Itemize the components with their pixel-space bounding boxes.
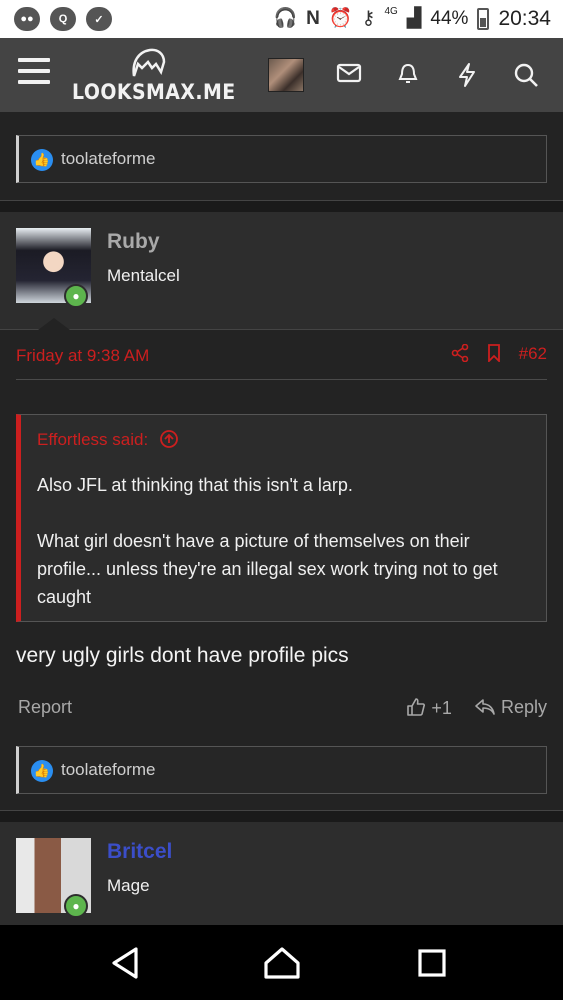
reaction-user[interactable]: toolateforme — [61, 760, 156, 780]
alarm-icon: ⏰ — [328, 8, 353, 29]
report-link[interactable]: Report — [18, 697, 72, 718]
battery-percent: 44% — [430, 8, 469, 29]
menu-icon[interactable] — [18, 58, 50, 88]
search-icon[interactable] — [511, 62, 541, 90]
thumbs-up-icon — [407, 698, 426, 716]
quote-body: Also JFL at thinking that this isn't a l… — [37, 471, 537, 639]
post-footer: Report +1 Reply — [16, 697, 547, 727]
key-icon: ⚷ — [361, 8, 376, 29]
user-title: Mentalcel — [107, 266, 180, 285]
username[interactable]: Britcel — [107, 840, 172, 864]
back-icon[interactable] — [106, 945, 146, 981]
site-logo[interactable]: LOOKSMAX.ME — [72, 46, 235, 104]
user-pointer — [38, 318, 70, 330]
messenger-icon: ✓ — [86, 7, 112, 31]
post-number[interactable]: #62 — [519, 344, 547, 367]
reply-icon — [475, 699, 495, 715]
qq-icon: Q — [50, 7, 76, 31]
user-avatar[interactable] — [268, 58, 304, 92]
wechat-icon: ●● — [14, 7, 40, 31]
mail-icon[interactable] — [334, 62, 364, 90]
quote-block: Effortless said: Also JFL at thinking th… — [16, 414, 547, 622]
post-user-block: ● Ruby Mentalcel — [0, 212, 563, 330]
recents-icon[interactable] — [412, 945, 452, 981]
arrow-up-circle-icon[interactable] — [159, 429, 179, 449]
system-nav-bar — [0, 925, 563, 1000]
status-bar: ●● Q ✓ 🎧 N ⏰ ⚷ 4G ▟ 44% 20:34 — [0, 0, 563, 38]
top-nav: LOOKSMAX.ME — [0, 38, 563, 112]
reaction-bar[interactable]: 👍 toolateforme — [16, 135, 547, 183]
like-count: +1 — [431, 698, 452, 718]
quote-author[interactable]: Effortless said: — [37, 430, 148, 449]
reply-button[interactable]: Reply — [474, 697, 547, 719]
post-date[interactable]: Friday at 9:38 AM — [16, 346, 149, 366]
bolt-icon[interactable] — [452, 62, 482, 90]
user-title: Mage — [107, 876, 150, 895]
quote-header[interactable]: Effortless said: — [37, 429, 179, 450]
signal-icon: ▟ — [406, 8, 422, 29]
hair-logo-icon — [132, 48, 166, 77]
online-status-icon: ● — [64, 284, 88, 308]
avatar[interactable]: ● — [16, 838, 91, 918]
like-icon: 👍 — [31, 760, 53, 782]
reaction-bar[interactable]: 👍 toolateforme — [16, 746, 547, 794]
share-icon[interactable] — [451, 343, 469, 367]
like-icon: 👍 — [31, 149, 53, 171]
username[interactable]: Ruby — [107, 230, 160, 254]
bell-icon[interactable] — [393, 62, 423, 90]
headphones-icon: 🎧 — [273, 8, 298, 29]
post-user-block: ● Britcel Mage — [0, 822, 563, 940]
avatar[interactable]: ● — [16, 228, 91, 308]
battery-icon — [477, 8, 490, 30]
nfc-icon: N — [306, 8, 320, 29]
reaction-user[interactable]: toolateforme — [61, 149, 156, 169]
home-icon[interactable] — [262, 945, 302, 981]
like-button[interactable]: +1 — [406, 697, 452, 719]
logo-text: LOOKSMAX.ME — [72, 80, 236, 104]
clock: 20:34 — [498, 7, 551, 30]
network-label: 4G — [384, 5, 398, 17]
quote-line: What girl doesn't have a picture of them… — [37, 531, 498, 607]
reply-label: Reply — [500, 697, 547, 717]
online-status-icon: ● — [64, 894, 88, 918]
post-meta: Friday at 9:38 AM #62 — [16, 330, 547, 380]
post-body-text: very ugly girls dont have profile pics — [16, 644, 349, 667]
quote-line: Also JFL at thinking that this isn't a l… — [37, 475, 353, 495]
bookmark-icon[interactable] — [487, 344, 501, 367]
